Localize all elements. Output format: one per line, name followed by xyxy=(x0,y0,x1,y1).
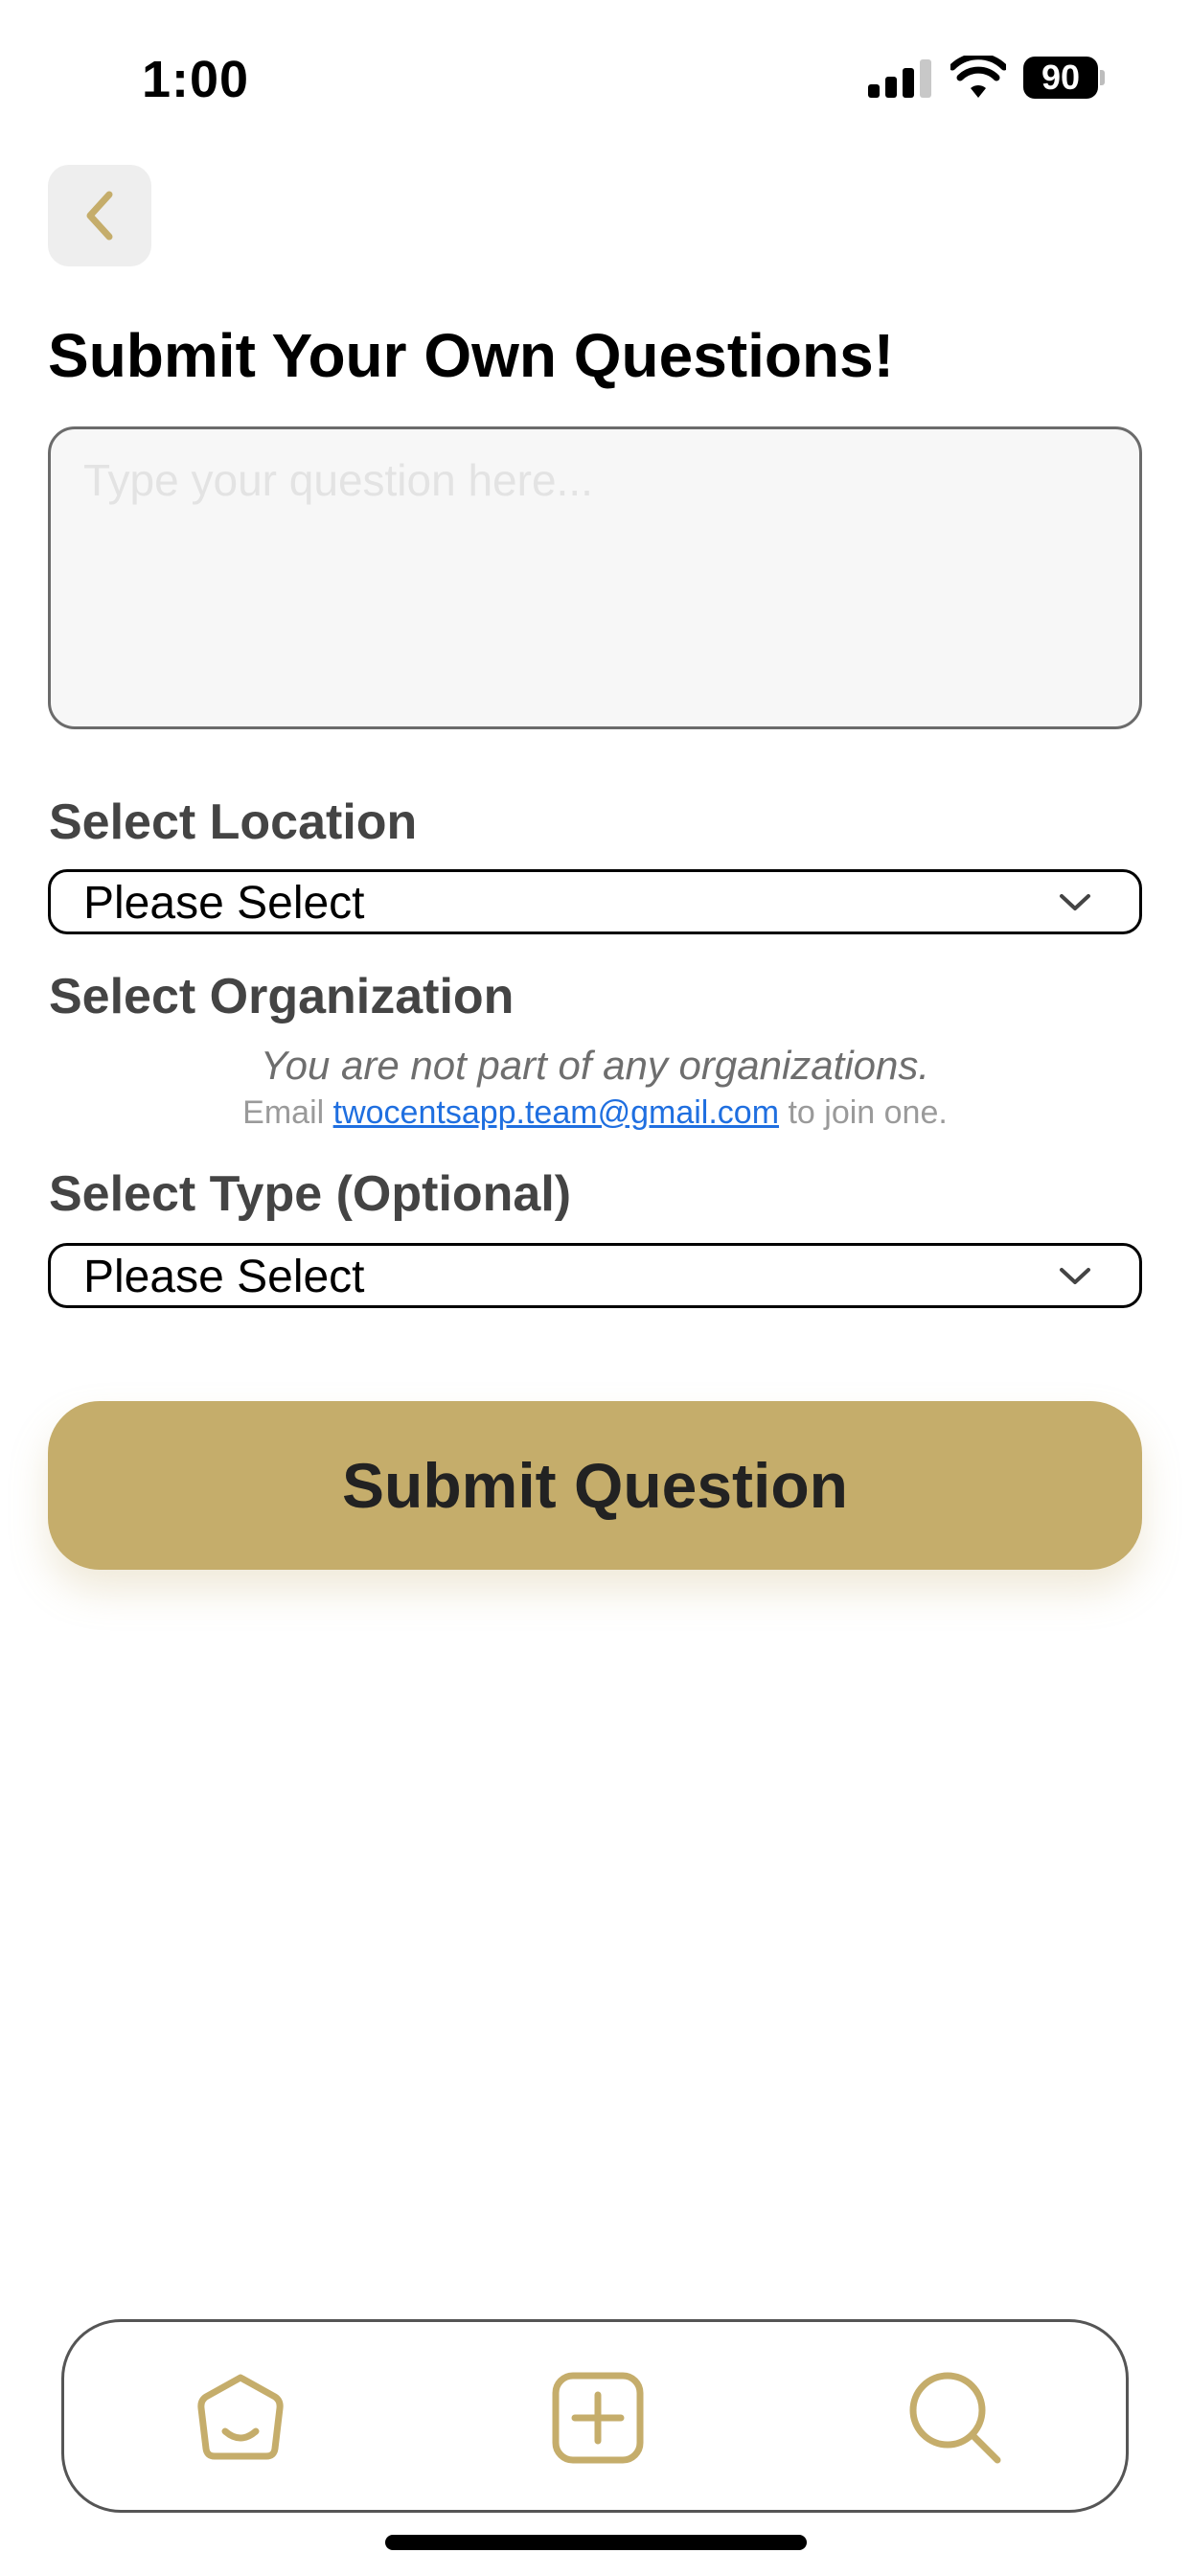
submit-button-label: Submit Question xyxy=(342,1450,848,1521)
organization-label: Select Organization xyxy=(49,969,515,1024)
contact-email-link[interactable]: twocentsapp.team@gmail.com xyxy=(333,1094,779,1131)
search-icon xyxy=(909,2372,1001,2464)
chevron-left-icon xyxy=(86,191,113,241)
home-smile-icon xyxy=(197,2374,284,2460)
tab-search[interactable] xyxy=(905,2368,1005,2468)
tab-home[interactable] xyxy=(191,2368,290,2468)
chevron-down-icon xyxy=(1060,1268,1090,1284)
chevron-down-icon xyxy=(1060,894,1090,910)
tab-bar xyxy=(61,2319,1129,2513)
question-input[interactable] xyxy=(48,426,1142,729)
home-indicator xyxy=(385,2535,807,2550)
tab-add[interactable] xyxy=(548,2368,648,2468)
battery-level: 90 xyxy=(1023,57,1098,99)
wifi-icon xyxy=(950,56,1006,98)
location-label: Select Location xyxy=(49,794,418,850)
location-select[interactable]: Please Select xyxy=(48,869,1142,934)
plus-square-icon xyxy=(552,2372,644,2464)
organization-contact-note: Email twocentsapp.team@gmail.com to join… xyxy=(48,1094,1142,1132)
contact-prefix: Email xyxy=(242,1094,325,1131)
status-bar: 1:00 90 xyxy=(0,0,1190,153)
submit-question-button[interactable]: Submit Question xyxy=(48,1401,1142,1570)
status-time: 1:00 xyxy=(142,51,250,108)
cellular-signal-icon xyxy=(868,58,931,98)
location-select-value: Please Select xyxy=(83,878,365,929)
contact-suffix: to join one. xyxy=(788,1094,948,1131)
page-title: Submit Your Own Questions! xyxy=(48,321,894,390)
back-button[interactable] xyxy=(48,165,151,266)
type-select[interactable]: Please Select xyxy=(48,1243,1142,1308)
type-select-value: Please Select xyxy=(83,1252,365,1302)
battery-icon: 90 xyxy=(1023,57,1105,99)
organization-empty-message: You are not part of any organizations. xyxy=(260,1043,930,1088)
type-label: Select Type (Optional) xyxy=(49,1166,572,1222)
